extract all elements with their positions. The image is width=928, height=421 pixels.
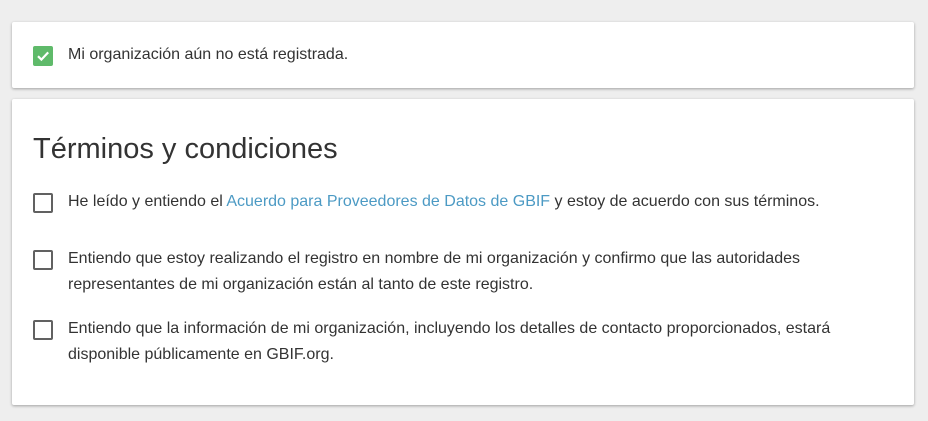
public-info-label: Entiendo que la información de mi organi… [68,320,831,363]
agreement-text-after: y estoy de acuerdo con sus términos. [550,193,820,210]
org-not-registered-checkbox[interactable] [33,46,53,66]
terms-item-agreement[interactable]: He leído y entiendo el Acuerdo para Prov… [33,192,884,215]
terms-item-authority[interactable]: Entiendo que estoy realizando el registr… [33,249,884,298]
terms-item-public-info[interactable]: Entiendo que la información de mi organi… [33,319,884,368]
org-not-registered-label: Mi organización aún no está registrada. [68,46,349,63]
public-info-checkbox[interactable] [33,320,53,340]
terms-card: Términos y condiciones He leído y entien… [12,99,914,405]
agreement-label: He leído y entiendo el Acuerdo para Prov… [68,189,820,215]
agreement-checkbox[interactable] [33,193,53,213]
check-icon [37,51,49,62]
terms-title: Términos y condiciones [33,133,338,165]
organization-status-card: Mi organización aún no está registrada. [12,22,914,88]
agreement-text-before: He leído y entiendo el [68,193,227,210]
authority-label: Entiendo que estoy realizando el registr… [68,250,800,293]
gbif-data-publisher-agreement-link[interactable]: Acuerdo para Proveedores de Datos de GBI… [226,193,550,210]
org-not-registered-row[interactable]: Mi organización aún no está registrada. [33,45,884,68]
authority-checkbox[interactable] [33,250,53,270]
